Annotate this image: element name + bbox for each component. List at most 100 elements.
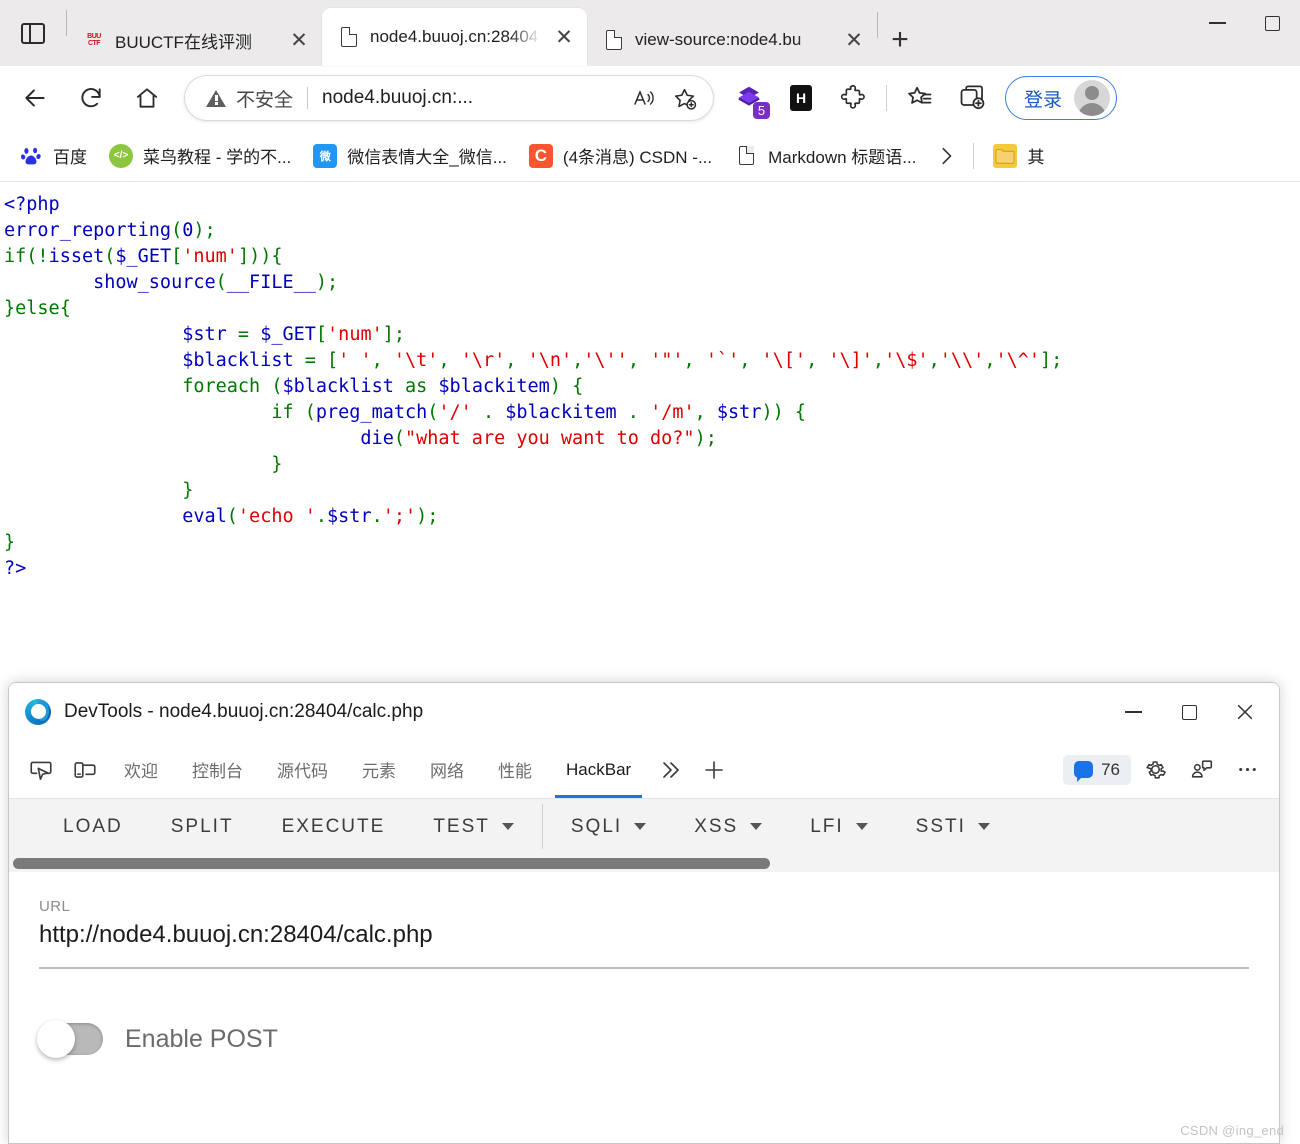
code-token: __FILE__ <box>226 272 316 293</box>
device-emulation-button[interactable] <box>63 741 107 798</box>
code-token: . <box>315 506 328 527</box>
puzzle-extensions-icon <box>840 84 865 109</box>
devtools-more-button[interactable] <box>1225 757 1269 782</box>
hackbar-button-label: SSTI <box>915 815 966 837</box>
devtools-more-tabs-button[interactable] <box>648 741 692 798</box>
hackbar-button-label: TEST <box>433 815 490 837</box>
hackbar-extension-button[interactable]: H <box>776 75 826 121</box>
hackbar-lfi-button[interactable]: LFI <box>786 799 891 854</box>
code-token: }else{ <box>4 298 71 319</box>
code-token: $blacklist <box>282 376 394 397</box>
hackbar-test-button[interactable]: TEST <box>409 799 538 854</box>
devtools-tab-network[interactable]: 网络 <box>413 741 481 798</box>
url-input[interactable]: http://node4.buuoj.cn:28404/calc.php <box>39 921 1249 949</box>
hackbar-toolbar-scrollbar[interactable] <box>9 854 1279 872</box>
horizontal-scrollbar[interactable] <box>13 857 771 869</box>
hackbar-xss-button[interactable]: XSS <box>670 799 786 854</box>
tab-close-button[interactable]: ✕ <box>551 24 577 50</box>
layers-extension-button[interactable]: 5 <box>724 75 774 121</box>
code-token: as <box>393 376 439 397</box>
chevron-down-icon <box>977 823 990 830</box>
devtools-window-controls <box>1105 689 1273 735</box>
code-token: 0 <box>182 220 194 241</box>
code-token: die <box>360 428 394 449</box>
devtools-close-button[interactable] <box>1217 689 1273 735</box>
bookmark-item[interactable]: C (4条消息) CSDN -... <box>520 138 721 173</box>
collections-button[interactable] <box>895 75 945 121</box>
window-minimize-button[interactable] <box>1190 0 1245 46</box>
bookmark-item[interactable]: </> 菜鸟教程 - 学的不... <box>100 138 300 173</box>
avatar-icon <box>1074 80 1111 116</box>
browser-tab-2[interactable]: node4.buuoj.cn:28404 ✕ <box>322 8 587 66</box>
bookmark-item[interactable]: 百度 <box>10 138 96 173</box>
hackbar-toolbar: LOAD SPLIT EXECUTE TEST SQLI XSS LFI SST… <box>9 799 1279 854</box>
document-icon <box>338 26 360 48</box>
browser-tab-1[interactable]: BUU CTF BUUCTF在线评测 ✕ <box>67 14 322 66</box>
read-aloud-button[interactable] <box>624 79 664 117</box>
devtools-tab-hackbar[interactable]: HackBar <box>549 741 649 798</box>
code-token: } <box>4 454 283 475</box>
devtools-settings-button[interactable] <box>1133 757 1177 782</box>
code-token: $_GET <box>115 246 172 267</box>
hackbar-execute-button[interactable]: EXECUTE <box>258 799 410 854</box>
bookmark-folder-item[interactable]: 其 <box>984 138 1053 173</box>
devtools-tab-label: HackBar <box>566 759 632 779</box>
code-token: . <box>471 402 506 423</box>
tab-close-button[interactable]: ✕ <box>841 27 867 53</box>
split-screen-button[interactable] <box>947 75 997 121</box>
back-button[interactable] <box>8 75 62 121</box>
devtools-tab-performance[interactable]: 性能 <box>481 741 549 798</box>
hackbar-sqli-button[interactable]: SQLI <box>547 799 670 854</box>
home-button[interactable] <box>120 75 174 121</box>
code-token: [ <box>171 246 183 267</box>
devtools-feedback-button[interactable] <box>1179 757 1223 782</box>
reload-button[interactable] <box>64 75 118 121</box>
address-bar[interactable]: 不安全 node4.buuoj.cn:... <box>184 75 714 121</box>
code-token: ';' <box>382 506 417 527</box>
devtools-minimize-button[interactable] <box>1105 689 1161 735</box>
code-token: <?php <box>4 194 60 215</box>
code-token: ( <box>260 376 283 397</box>
bookmark-item[interactable]: 微 微信表情大全_微信... <box>304 138 516 173</box>
hackbar-button-label: XSS <box>694 815 739 837</box>
wechat-icon: 微 <box>313 143 338 168</box>
code-token: $blackitem <box>438 376 550 397</box>
window-controls <box>1190 0 1300 66</box>
tab-close-button[interactable]: ✕ <box>286 27 312 53</box>
signin-button[interactable]: 登录 <box>1005 76 1118 120</box>
add-favorite-button[interactable] <box>664 79 704 117</box>
bookmarks-overflow-button[interactable] <box>929 139 963 173</box>
devtools-tab-console[interactable]: 控制台 <box>175 741 260 798</box>
extensions-button[interactable] <box>828 75 878 121</box>
browser-window: BUU CTF BUUCTF在线评测 ✕ node4.buuoj.cn:28404… <box>0 0 1300 1144</box>
code-token: '\'' <box>583 350 628 371</box>
window-maximize-button[interactable] <box>1245 0 1300 46</box>
hackbar-load-button[interactable]: LOAD <box>39 799 147 854</box>
hackbar-button-label: LFI <box>810 815 844 837</box>
bookmark-item[interactable]: Markdown 标题语... <box>725 138 925 173</box>
code-token: ) { <box>549 376 584 397</box>
bookmark-label: 其 <box>1027 148 1045 167</box>
browser-tab-3[interactable]: view-source:node4.bu ✕ <box>587 14 877 66</box>
devtools-issues-button[interactable]: 76 <box>1063 754 1131 785</box>
new-tab-button[interactable]: + <box>878 14 922 66</box>
devtools-tab-sources[interactable]: 源代码 <box>260 741 345 798</box>
code-token: (! <box>26 246 49 267</box>
devtools-maximize-button[interactable] <box>1161 689 1217 735</box>
devtools-tab-label: 欢迎 <box>124 762 158 781</box>
devtools-add-tab-button[interactable] <box>692 741 736 798</box>
inspect-element-button[interactable] <box>19 741 63 798</box>
security-label: 不安全 <box>236 89 294 111</box>
devtools-tab-elements[interactable]: 元素 <box>345 741 413 798</box>
hackbar-split-button[interactable]: SPLIT <box>147 799 258 854</box>
enable-post-toggle[interactable] <box>37 1020 103 1058</box>
hackbar-ssti-button[interactable]: SSTI <box>892 799 1014 854</box>
code-token: error_reporting <box>4 220 172 241</box>
tab-list-button[interactable] <box>0 0 66 66</box>
devtools-tab-welcome[interactable]: 欢迎 <box>107 741 175 798</box>
code-token: '\[' <box>761 350 807 371</box>
code-token: ); <box>193 220 216 241</box>
address-bar-text[interactable]: node4.buuoj.cn:... <box>322 87 624 109</box>
